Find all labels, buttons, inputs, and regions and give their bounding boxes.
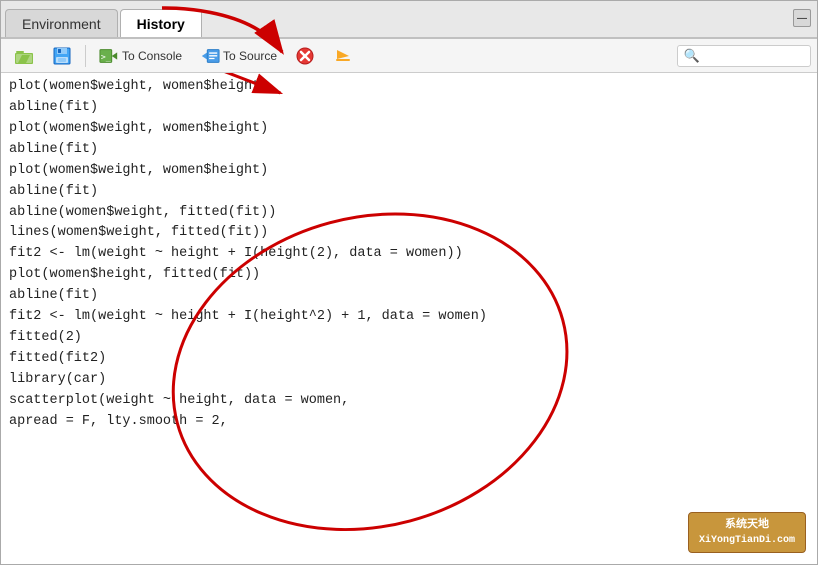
- history-content[interactable]: plot(women$weight, women$height) abline(…: [1, 73, 817, 564]
- code-line-0: plot(women$weight, women$height): [9, 77, 809, 98]
- tab-history-label: History: [137, 16, 185, 32]
- search-input[interactable]: [704, 49, 804, 63]
- code-line-11: fit2 <- lm(weight ~ height + I(height^2)…: [9, 307, 809, 328]
- svg-text:>_: >_: [101, 51, 111, 61]
- load-icon: [14, 46, 34, 66]
- code-line-8: fit2 <- lm(weight ~ height + I(height(2)…: [9, 244, 809, 265]
- minimize-button[interactable]: —: [793, 9, 811, 27]
- tab-environment[interactable]: Environment: [5, 9, 118, 37]
- to-console-button[interactable]: >_ To Console: [92, 43, 189, 69]
- toolbar: >_ To Console To Source: [1, 39, 817, 73]
- code-line-3: abline(fit): [9, 140, 809, 161]
- to-console-label: To Console: [122, 49, 182, 63]
- search-box: 🔍: [677, 45, 811, 67]
- watermark: 系统天地 XiYongTianDi.com: [688, 512, 806, 554]
- code-line-6: abline(women$weight, fitted(fit)): [9, 203, 809, 224]
- to-source-button[interactable]: To Source: [193, 43, 284, 69]
- code-line-2: plot(women$weight, women$height): [9, 119, 809, 140]
- tab-bar: Environment History —: [1, 1, 817, 39]
- to-source-label: To Source: [223, 49, 277, 63]
- code-line-4: plot(women$weight, women$height): [9, 161, 809, 182]
- code-line-15: scatterplot(weight ~ height, data = wome…: [9, 391, 809, 412]
- run-button[interactable]: [326, 43, 360, 69]
- to-source-icon: [200, 46, 220, 66]
- watermark-line2: XiYongTianDi.com: [699, 533, 795, 548]
- delete-button[interactable]: [288, 43, 322, 69]
- code-line-5: abline(fit): [9, 182, 809, 203]
- watermark-line1: 系统天地: [699, 517, 795, 534]
- rstudio-history-pane: Environment History —: [0, 0, 818, 565]
- tab-history[interactable]: History: [120, 9, 202, 37]
- code-line-10: abline(fit): [9, 286, 809, 307]
- save-button[interactable]: [45, 43, 79, 69]
- code-line-13: fitted(fit2): [9, 349, 809, 370]
- separator-1: [85, 45, 86, 67]
- code-line-14: library(car): [9, 370, 809, 391]
- save-icon: [52, 46, 72, 66]
- load-button[interactable]: [7, 43, 41, 69]
- delete-icon: [295, 46, 315, 66]
- code-line-12: fitted(2): [9, 328, 809, 349]
- to-console-icon: >_: [99, 46, 119, 66]
- code-line-7: lines(women$weight, fitted(fit)): [9, 223, 809, 244]
- code-line-9: plot(women$height, fitted(fit)): [9, 265, 809, 286]
- code-line-16: apread = F, lty.smooth = 2,: [9, 412, 809, 433]
- tab-environment-label: Environment: [22, 16, 101, 32]
- code-line-1: abline(fit): [9, 98, 809, 119]
- run-icon: [333, 46, 353, 66]
- search-icon: 🔍: [684, 48, 700, 64]
